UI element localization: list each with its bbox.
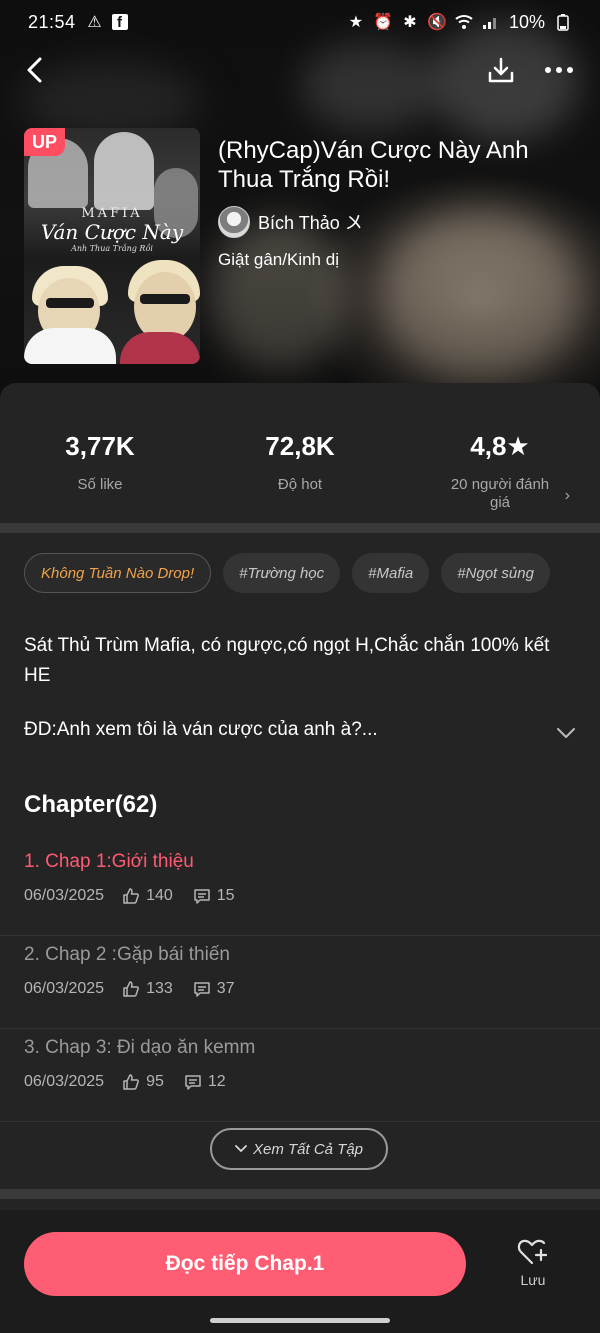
cover-mafia-text: MAFIA — [81, 206, 143, 221]
stats-row: 3,77K Số like 72,8K Độ hot 4,8★ 20 người… — [0, 383, 600, 523]
book-cover: MAFIA Ván Cược Này Anh Thua Trắng Rồi — [24, 128, 200, 364]
back-button[interactable] — [18, 52, 50, 88]
chapter-comments: 37 — [216, 980, 235, 997]
home-indicator[interactable] — [210, 1318, 390, 1323]
stat-likes: 3,77K Số like — [0, 431, 200, 494]
tag-chip[interactable]: #Mafia — [352, 553, 430, 593]
more-horizontal-icon — [545, 67, 573, 73]
book-quote: ĐD:Anh xem tôi là ván cược của anh à?... — [24, 719, 378, 740]
chapter-row[interactable]: 1. Chap 1:Giới thiệu 06/03/2025 140 15 — [0, 843, 600, 936]
rating-value: 4,8 — [470, 431, 507, 461]
chapter-title: 1. Chap 1:Giới thiệu — [24, 851, 194, 872]
continue-reading-button[interactable]: Đọc tiếp Chap.1 — [24, 1232, 466, 1296]
chapters-header: Chapter(62) — [24, 791, 158, 818]
chapter-date: 06/03/2025 — [24, 980, 105, 997]
tag-chip[interactable]: #Trường học — [223, 553, 341, 593]
tag-chip[interactable]: Không Tuần Nào Drop! — [24, 553, 212, 593]
warning-icon: ⚠ — [87, 14, 102, 31]
comment-icon — [193, 887, 211, 905]
chapter-comments: 12 — [207, 1073, 226, 1090]
author-link[interactable]: Bích Thảo 〤 — [218, 204, 363, 240]
see-all-chapters-button[interactable]: Xem Tất Cả Tập — [210, 1128, 388, 1170]
chevron-right-icon: › — [564, 487, 570, 504]
expand-description-button[interactable] — [552, 719, 580, 747]
thumbs-up-icon — [122, 1073, 140, 1091]
update-badge: UP — [24, 128, 66, 156]
book-title: (RhyCap)Ván Cược Này Anh Thua Trắng Rồi! — [218, 137, 529, 193]
bottom-action-bar: Đọc tiếp Chap.1 Lưu — [0, 1210, 600, 1333]
genre-label: Giật gân/Kinh dị — [218, 250, 339, 269]
heart-plus-icon — [517, 1239, 548, 1265]
top-navigation — [0, 50, 600, 90]
thumbs-up-icon — [122, 980, 140, 998]
comment-icon — [184, 1073, 202, 1091]
likes-count: 3,77K — [65, 431, 135, 461]
mute-icon: 🔇 — [427, 14, 447, 31]
comment-icon — [193, 980, 211, 998]
section-divider — [0, 523, 600, 533]
rating-label: 20 người đánh giá — [450, 476, 550, 511]
book-details-card: 3,77K Số like 72,8K Độ hot 4,8★ 20 người… — [0, 383, 600, 1333]
chapter-comments: 15 — [216, 887, 235, 904]
author-avatar — [218, 206, 250, 238]
chapter-row[interactable]: 3. Chap 3: Đi dạo ăn kemm 06/03/2025 95 … — [0, 1029, 600, 1122]
status-bar: 21:54 ⚠ f ★ ⏰ ✱ 🔇 10% — [0, 0, 600, 44]
cover-title-text: Ván Cược Này — [40, 220, 184, 244]
tag-list: Không Tuần Nào Drop! #Trường học #Mafia … — [24, 553, 550, 595]
thumbs-up-icon — [122, 887, 140, 905]
chapter-date: 06/03/2025 — [24, 1073, 105, 1090]
hot-label: Độ hot — [277, 476, 323, 493]
battery-icon — [554, 13, 572, 31]
alarm-icon: ⏰ — [373, 14, 393, 31]
chevron-left-icon — [27, 57, 42, 83]
tag-chip[interactable]: #Ngọt sủng — [441, 553, 550, 593]
wifi-icon — [455, 13, 473, 31]
download-icon — [488, 57, 514, 83]
chevron-down-icon — [557, 728, 575, 738]
battery-level: 10% — [508, 11, 545, 32]
bluetooth-icon: ✱ — [403, 14, 417, 31]
see-all-label: Xem Tất Cả Tập — [252, 1140, 364, 1158]
likes-label: Số like — [77, 476, 123, 493]
more-options-button[interactable] — [540, 52, 578, 88]
chapter-row[interactable]: 2. Chap 2 :Gặp bái thiến 06/03/2025 133 … — [0, 936, 600, 1029]
save-label: Lưu — [520, 1272, 546, 1288]
chapter-likes: 140 — [146, 887, 173, 904]
star-status-icon: ★ — [348, 14, 364, 31]
cover-subtitle-text: Anh Thua Trắng Rồi — [71, 244, 153, 253]
book-description: Sát Thủ Trùm Mafia, có ngược,có ngọt H,C… — [24, 635, 550, 686]
status-time: 21:54 — [28, 11, 76, 32]
stat-hot: 72,8K Độ hot — [200, 431, 400, 494]
chapter-list: 1. Chap 1:Giới thiệu 06/03/2025 140 15 2… — [0, 843, 600, 1122]
signal-icon — [482, 13, 500, 31]
section-divider — [0, 1189, 600, 1199]
star-icon: ★ — [506, 431, 530, 461]
save-button[interactable]: Lưu — [500, 1238, 566, 1302]
author-name: Bích Thảo 〤 — [258, 213, 363, 233]
download-button[interactable] — [484, 52, 518, 88]
facebook-icon: f — [111, 14, 128, 31]
chapter-likes: 95 — [146, 1073, 164, 1090]
chapter-title: 3. Chap 3: Đi dạo ăn kemm — [24, 1037, 256, 1058]
chevron-down-icon — [235, 1145, 247, 1153]
chapter-title: 2. Chap 2 :Gặp bái thiến — [24, 944, 230, 965]
stat-rating[interactable]: 4,8★ 20 người đánh giá › — [412, 431, 588, 512]
hot-count: 72,8K — [265, 431, 335, 461]
chapter-date: 06/03/2025 — [24, 887, 105, 904]
chapter-likes: 133 — [146, 980, 173, 997]
